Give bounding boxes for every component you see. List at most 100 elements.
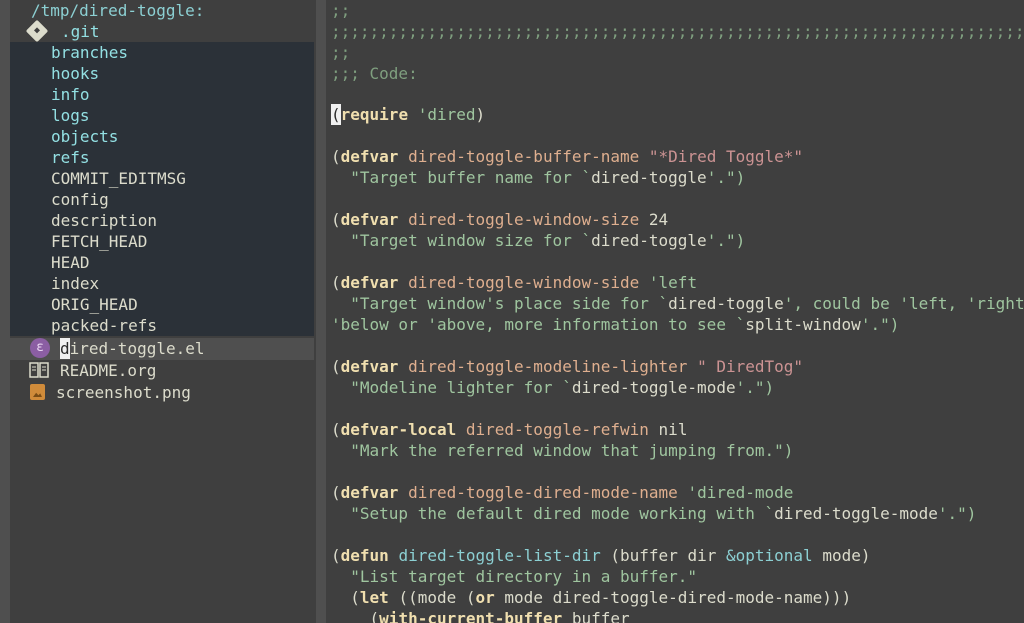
emacs-lisp-icon: ε (30, 338, 50, 358)
nil-value: nil (658, 420, 688, 439)
doc-text: '.") (860, 315, 900, 334)
optional-keyword: &optional (725, 546, 813, 565)
code-line[interactable]: (let ((mode (or mode dired-toggle-dired-… (331, 587, 1024, 608)
code-line-require[interactable]: (require 'dired) (331, 104, 1024, 125)
code-docstring[interactable]: "Setup the default dired mode working wi… (331, 503, 1024, 524)
code-docstring[interactable]: "Target window size for `dired-toggle'."… (331, 230, 1024, 251)
code-docstring[interactable]: "Mark the referred window that jumping f… (331, 440, 1024, 461)
code-comment: ;;;;;;;;;;;;;;;;;;;;;;;;;;;;;;;;;;;;;;;;… (331, 22, 1024, 41)
doc-text: "Target window's place side for ` (350, 294, 669, 313)
doc-reference: dired-toggle (591, 231, 707, 250)
doc-text: "Mark the referred window that jumping f… (350, 441, 794, 460)
code-comment: ;;; Code: (331, 64, 418, 83)
code-docstring[interactable]: "Target window's place side for `dired-t… (331, 293, 1024, 314)
image-icon (30, 384, 45, 400)
keyword: defvar (340, 210, 399, 229)
doc-reference: dired-toggle (668, 294, 784, 313)
code-text: ((mode ( (388, 588, 476, 607)
variable-name: dired-toggle-window-side (408, 273, 640, 292)
tree-item[interactable]: branches (51, 42, 301, 63)
doc-text: "Target window size for ` (350, 231, 592, 250)
code-comment: ;; (331, 1, 351, 20)
arguments: mode) (812, 546, 871, 565)
tree-item[interactable]: packed-refs (51, 315, 301, 336)
keyword: defun (340, 546, 389, 565)
doc-text: "List target directory in a buffer." (350, 567, 698, 586)
code-docstring[interactable]: "Modeline lighter for `dired-toggle-mode… (331, 377, 1024, 398)
string-value: " DiredTog" (697, 357, 804, 376)
keyword: require (340, 105, 409, 124)
code-text: buffer (562, 609, 630, 623)
code-docstring[interactable]: 'below or 'above, more information to se… (331, 314, 1024, 335)
doc-text: '.") (706, 168, 746, 187)
file-name: ired-toggle.el (69, 339, 205, 358)
code-docstring[interactable]: "List target directory in a buffer." (331, 566, 1024, 587)
code-editor[interactable]: ;; ;;;;;;;;;;;;;;;;;;;;;;;;;;;;;;;;;;;;;… (326, 0, 1024, 623)
tree-item[interactable]: COMMIT_EDITMSG (51, 168, 301, 189)
variable-name: dired-toggle-dired-mode-name (408, 483, 678, 502)
keyword: defvar (340, 147, 399, 166)
text-cursor: ( (331, 104, 341, 125)
keyword: or (475, 588, 495, 607)
window-divider[interactable] (316, 0, 326, 623)
code-text: mode dired-toggle-dired-mode-name))) (494, 588, 852, 607)
tree-item-readme[interactable]: README.org (60, 360, 300, 381)
doc-text: "Setup the default dired mode working wi… (350, 504, 775, 523)
doc-reference: split-window (745, 315, 861, 334)
keyword: with-current-buffer (379, 609, 563, 623)
doc-reference: dired-toggle-mode (571, 378, 736, 397)
number-value: 24 (648, 210, 669, 229)
tree-item[interactable]: index (51, 273, 301, 294)
doc-text: "Modeline lighter for ` (350, 378, 572, 397)
tree-item[interactable]: FETCH_HEAD (51, 231, 301, 252)
doc-text: '.") (735, 378, 775, 397)
book-icon (29, 362, 49, 378)
doc-reference: dired-toggle-mode (774, 504, 938, 523)
tree-item[interactable]: hooks (51, 63, 301, 84)
code-line-defun[interactable]: (defun dired-toggle-list-dir (buffer dir… (331, 545, 1024, 566)
string-value: "*Dired Toggle*" (648, 147, 804, 166)
tree-item-dired-toggle-el[interactable]: dired-toggle.el (60, 338, 300, 359)
tree-item-screenshot[interactable]: screenshot.png (56, 382, 296, 403)
tree-item[interactable]: ORIG_HEAD (51, 294, 301, 315)
tree-item[interactable]: config (51, 189, 301, 210)
doc-text: '.") (706, 231, 746, 250)
variable-name: dired-toggle-refwin (465, 420, 649, 439)
keyword: defvar (340, 483, 399, 502)
code-comment: ;; (331, 43, 351, 62)
quoted-symbol: 'left (648, 273, 698, 292)
code-line[interactable]: (defvar dired-toggle-window-size 24 (331, 209, 1024, 230)
code-line[interactable]: (defvar dired-toggle-buffer-name "*Dired… (331, 146, 1024, 167)
arguments: (buffer dir (610, 546, 726, 565)
keyword: defvar (340, 273, 399, 292)
tree-item[interactable]: description (51, 210, 301, 231)
keyword: let (359, 588, 389, 607)
variable-name: dired-toggle-window-size (408, 210, 640, 229)
keyword: defvar-local (340, 420, 457, 439)
code-docstring[interactable]: "Target buffer name for `dired-toggle'."… (331, 167, 1024, 188)
text-cursor: d (60, 338, 70, 359)
code-line[interactable]: (defvar dired-toggle-window-side 'left (331, 272, 1024, 293)
keyword: defvar (340, 357, 399, 376)
code-line[interactable]: (defvar-local dired-toggle-refwin nil (331, 419, 1024, 440)
code-line[interactable]: (defvar dired-toggle-modeline-lighter " … (331, 356, 1024, 377)
doc-reference: dired-toggle (591, 168, 707, 187)
doc-text: ', could be 'left, 'right, (783, 294, 1024, 313)
doc-text: 'below or 'above, more information to se… (331, 315, 746, 334)
variable-name: dired-toggle-modeline-lighter (408, 357, 688, 376)
paren: ) (475, 105, 486, 124)
tree-item-git[interactable]: .git (61, 21, 291, 42)
tree-item[interactable]: refs (51, 147, 301, 168)
doc-text: '.") (937, 504, 977, 523)
quoted-symbol: 'dired-mode (687, 483, 794, 502)
tree-item[interactable]: objects (51, 126, 301, 147)
tree-item[interactable]: info (51, 84, 301, 105)
tree-item[interactable]: logs (51, 105, 301, 126)
code-line[interactable]: (defvar dired-toggle-dired-mode-name 'di… (331, 482, 1024, 503)
quoted-symbol: 'dired (417, 105, 476, 124)
variable-name: dired-toggle-buffer-name (408, 147, 640, 166)
code-line[interactable]: (with-current-buffer buffer (331, 608, 1024, 623)
directory-path: /tmp/dired-toggle: (31, 1, 205, 20)
doc-text: "Target buffer name for ` (350, 168, 592, 187)
tree-item[interactable]: HEAD (51, 252, 301, 273)
